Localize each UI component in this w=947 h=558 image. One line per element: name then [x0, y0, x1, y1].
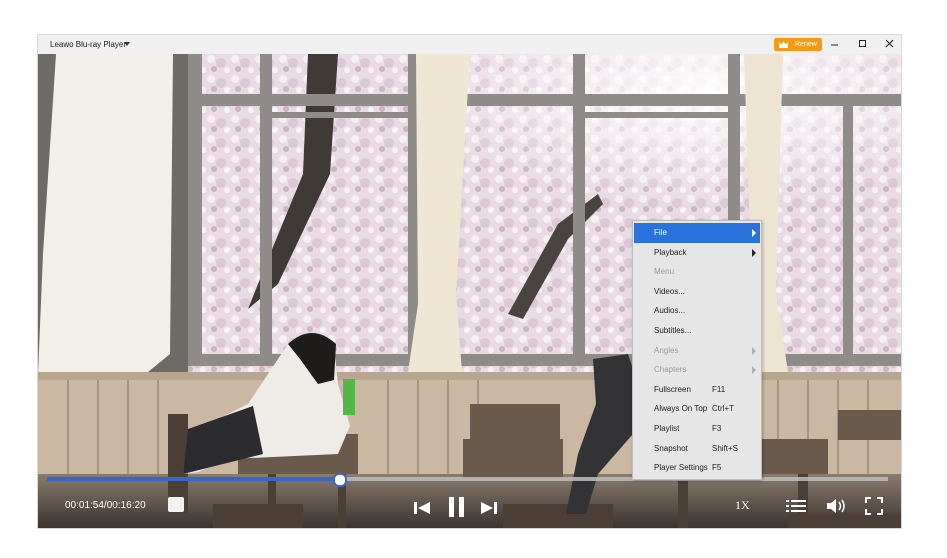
menu-item-label: Audios...	[654, 306, 686, 316]
menu-item-label: Menu	[654, 267, 675, 277]
menu-item-shortcut: F3	[712, 424, 722, 433]
submenu-arrow-icon	[752, 366, 756, 375]
next-icon	[481, 502, 497, 514]
video-area[interactable]: 00:01:54/00:16:20 1X File Playback Menu …	[38, 54, 901, 528]
time-display: 00:01:54/00:16:20	[65, 500, 146, 511]
menu-item-snapshot[interactable]: Snapshot Shift+S	[634, 439, 760, 459]
submenu-arrow-icon	[752, 346, 756, 355]
menu-item-label: Chapters	[654, 365, 687, 375]
title-dropdown-caret-icon[interactable]	[124, 42, 130, 46]
menu-item-player-settings[interactable]: Player Settings F5	[634, 458, 760, 478]
minimize-icon	[831, 44, 838, 46]
volume-icon	[827, 499, 845, 513]
renew-label: Renew	[795, 41, 817, 48]
progress-fill	[47, 477, 341, 481]
progress-handle[interactable]	[333, 473, 348, 487]
menu-item-shortcut: Shift+S	[712, 443, 739, 453]
menu-item-playback[interactable]: Playback	[634, 243, 760, 263]
menu-item-label: Snapshot	[654, 443, 688, 453]
menu-item-label: File	[654, 228, 667, 237]
maximize-icon	[859, 40, 866, 47]
menu-item-menu: Menu	[634, 262, 760, 282]
app-title: Leawo Blu-ray Player	[50, 40, 127, 49]
close-icon	[885, 39, 894, 48]
crown-icon	[779, 41, 788, 48]
playlist-icon	[786, 500, 806, 512]
menu-item-label: Videos...	[654, 286, 685, 296]
menu-item-subtitles[interactable]: Subtitles...	[634, 321, 760, 341]
submenu-arrow-icon	[752, 229, 756, 237]
minimize-button[interactable]	[826, 37, 844, 52]
menu-item-fullscreen[interactable]: Fullscreen F11	[634, 380, 760, 400]
menu-item-shortcut: F11	[712, 384, 726, 394]
menu-item-label: Angles	[654, 345, 679, 355]
menu-item-label: Always On Top	[654, 404, 708, 414]
menu-item-label: Playback	[654, 247, 687, 257]
menu-item-file[interactable]: File	[634, 223, 760, 243]
video-frame	[38, 54, 901, 528]
submenu-arrow-icon	[752, 248, 756, 257]
maximize-button[interactable]	[854, 37, 872, 52]
pause-icon	[449, 497, 464, 517]
menu-item-shortcut: Ctrl+T	[712, 404, 734, 414]
menu-item-label: Fullscreen	[654, 384, 691, 394]
playlist-button[interactable]	[786, 498, 806, 514]
playback-speed[interactable]: 1X	[735, 498, 750, 513]
menu-item-label: Subtitles...	[654, 326, 692, 335]
pause-button[interactable]	[447, 495, 467, 519]
context-menu: File Playback Menu Videos... Audios... Subtit…	[632, 220, 762, 480]
fullscreen-icon	[865, 497, 883, 515]
fullscreen-button[interactable]	[865, 497, 883, 515]
previous-button[interactable]	[413, 500, 431, 516]
menu-item-label: Player Settings	[654, 463, 708, 473]
renew-button[interactable]: Renew	[774, 38, 822, 51]
title-bar: Leawo Blu-ray Player Renew	[38, 35, 901, 54]
close-button[interactable]	[881, 37, 899, 52]
stop-button[interactable]	[168, 497, 184, 512]
menu-item-shortcut: F5	[712, 463, 722, 473]
next-button[interactable]	[480, 500, 498, 516]
menu-item-videos[interactable]: Videos...	[634, 282, 760, 302]
menu-item-audios[interactable]: Audios...	[634, 301, 760, 321]
menu-item-chapters: Chapters	[634, 360, 760, 380]
menu-item-angles: Angles	[634, 341, 760, 361]
menu-item-always-on-top[interactable]: Always On Top Ctrl+T	[634, 399, 760, 419]
player-window: Leawo Blu-ray Player Renew 00:01:54/00:1…	[38, 35, 901, 528]
previous-icon	[414, 502, 430, 514]
menu-item-playlist[interactable]: Playlist F3	[634, 419, 760, 439]
menu-item-label: Playlist	[654, 424, 680, 433]
volume-button[interactable]	[826, 497, 848, 515]
